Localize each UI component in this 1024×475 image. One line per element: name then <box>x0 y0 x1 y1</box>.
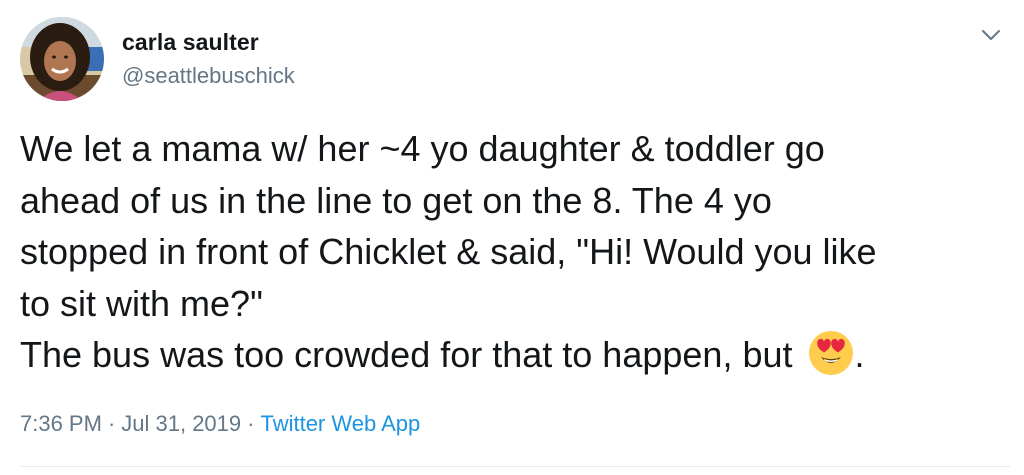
meta-separator: · <box>107 411 116 436</box>
divider <box>20 466 1010 467</box>
tweet-text-line: to sit with me?" <box>20 282 263 324</box>
tweet-text-line: ahead of us in the line to get on the 8.… <box>20 179 772 221</box>
profile-photo-icon <box>20 17 104 101</box>
tweet-text-line: We let a mama w/ her ~4 yo daughter & to… <box>20 128 825 169</box>
tweet-text-last-line: The bus was too crowded for that to happ… <box>20 329 1010 381</box>
meta-separator: · <box>247 411 255 436</box>
tweet-text-line: stopped in front of Chicklet & said, "Hi… <box>20 231 877 272</box>
tweet-card: carla saulter @seattlebuschick We let a … <box>0 0 1024 475</box>
tweet-text: We let a mama w/ her ~4 yo daughter & to… <box>20 123 1010 381</box>
heart-eyes-emoji-icon <box>807 329 855 377</box>
tweet-trailing-punctuation: . <box>854 334 865 375</box>
tweet-text-line: The bus was too crowded for that to happ… <box>20 334 793 375</box>
tweet-metadata: 7:36 PM · Jul 31, 2019 · Twitter Web App <box>20 411 420 437</box>
tweet-source-link[interactable]: Twitter Web App <box>260 411 420 436</box>
tweet-date[interactable]: Jul 31, 2019 <box>121 411 241 436</box>
author-display-name[interactable]: carla saulter <box>122 29 259 56</box>
author-handle[interactable]: @seattlebuschick <box>122 63 295 89</box>
tweet-time[interactable]: 7:36 PM <box>20 411 102 436</box>
avatar[interactable] <box>20 17 104 101</box>
chevron-down-icon[interactable] <box>978 24 1004 46</box>
